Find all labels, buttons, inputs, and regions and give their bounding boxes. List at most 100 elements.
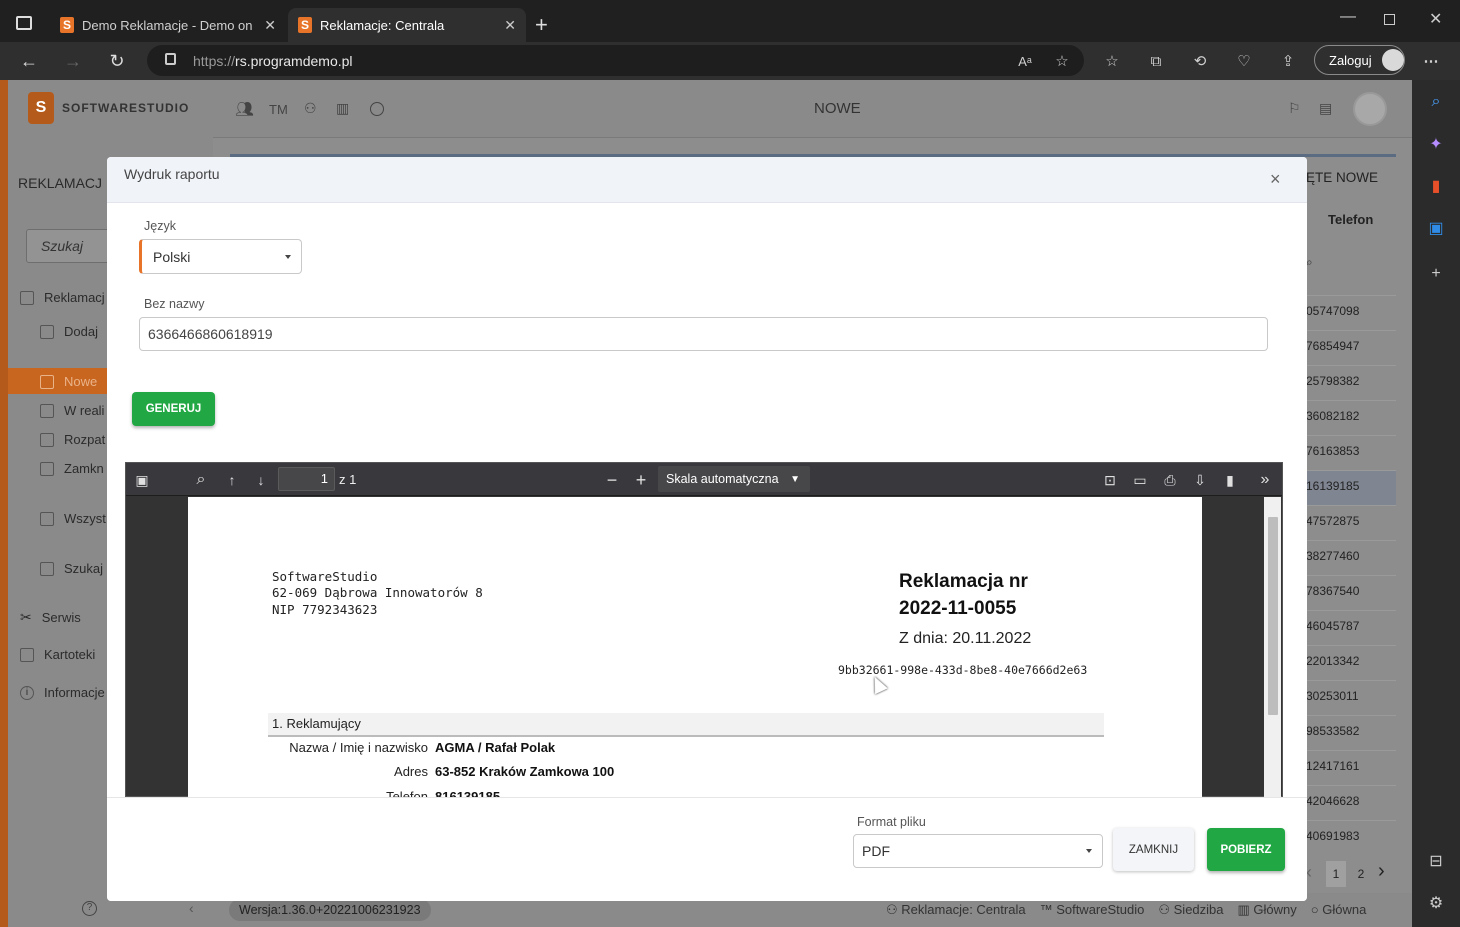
add-favorite-icon[interactable]: ☆	[1051, 50, 1073, 72]
field-label-address: Adres	[394, 764, 428, 779]
share-icon[interactable]: ⇪	[1277, 50, 1299, 72]
url-field[interactable]: https://rs.programdemo.pl	[147, 45, 1084, 76]
column-filter-search-icon[interactable]: ⌕	[1306, 255, 1313, 270]
building-icon[interactable]: ▥	[336, 100, 349, 117]
search-icon[interactable]: ⌕	[191, 470, 211, 490]
users-icon[interactable]: 👥︎	[235, 100, 254, 118]
id-card-icon[interactable]: ▤	[1319, 100, 1332, 117]
download-icon[interactable]: ⇩	[1190, 470, 1210, 490]
search-icon[interactable]: ⌕	[1424, 90, 1448, 114]
softwarestudio-favicon-icon: S	[60, 17, 74, 33]
maximize-icon[interactable]	[1384, 14, 1395, 25]
office-icon[interactable]: ▮	[1424, 174, 1448, 198]
sidebar-item-kartoteki[interactable]: Kartoteki	[20, 647, 95, 662]
language-label: Język	[144, 219, 176, 233]
page-number-input[interactable]: 1	[278, 467, 335, 491]
copilot-icon[interactable]: ✦	[1424, 132, 1448, 156]
generate-button[interactable]: GENERUJ	[132, 392, 215, 426]
url-prefix: https://	[193, 52, 236, 69]
pagination-next-icon[interactable]: ›	[1378, 860, 1385, 883]
tools-menu-icon[interactable]: »	[1255, 470, 1275, 490]
close-window-icon[interactable]: ✕	[1429, 9, 1442, 29]
back-icon[interactable]: ←	[17, 50, 41, 72]
minimize-icon[interactable]: —	[1340, 8, 1356, 26]
zoom-in-icon[interactable]: +	[631, 470, 651, 490]
info-icon: i	[20, 685, 34, 700]
new-tab-icon[interactable]: +	[535, 12, 548, 38]
browser-tab-demo[interactable]: S Demo Reklamacje - Demo on lin ✕	[50, 8, 286, 42]
field-label-name: Nazwa / Imię i nazwisko	[289, 740, 428, 755]
pagination-page-1[interactable]: 1	[1326, 861, 1346, 887]
previous-page-icon[interactable]: ↑	[222, 470, 242, 490]
document-icon	[40, 403, 54, 418]
column-header-telefon[interactable]: Telefon	[1328, 212, 1373, 227]
pdf-scrollbar[interactable]	[1264, 497, 1281, 797]
status-items: ⚇ Reklamacje: Centrala ™ SoftwareStudio …	[886, 902, 1366, 918]
print-report-modal: Wydruk raportu × Język Polski Bez nazwy …	[107, 157, 1307, 901]
pagination-page-2[interactable]: 2	[1351, 861, 1371, 887]
download-button[interactable]: POBIERZ	[1207, 828, 1285, 871]
print-icon[interactable]: ⎙	[1160, 470, 1180, 490]
hide-sidebar-icon[interactable]: ⊟	[1424, 849, 1448, 873]
sidebar-item-serwis[interactable]: ✂ Serwis	[20, 609, 81, 626]
close-icon[interactable]: ×	[1270, 169, 1281, 190]
tm-label[interactable]: TM	[269, 102, 288, 117]
lock-icon[interactable]	[165, 53, 176, 65]
language-value: Polski	[153, 248, 191, 265]
flag-icon[interactable]: ⚐	[1288, 100, 1301, 117]
history-icon[interactable]: ⟲	[1189, 50, 1211, 72]
sidebar-item-reklamacje[interactable]: Reklamacj	[20, 290, 105, 305]
name-field[interactable]: 6366466860618919	[139, 317, 1268, 351]
close-tab-icon[interactable]: ✕	[504, 17, 516, 34]
document-icon	[20, 290, 34, 305]
name-label: Bez nazwy	[144, 297, 205, 311]
language-select[interactable]: Polski	[139, 239, 302, 274]
sidebar-item-zamkniete[interactable]: Zamkn	[40, 461, 104, 476]
modal-title: Wydruk raportu	[124, 166, 220, 182]
zoom-select[interactable]: Skala automatyczna ▼	[658, 466, 810, 492]
sidebar-item-wszystkie[interactable]: Wszyst	[40, 511, 106, 526]
close-tab-icon[interactable]: ✕	[264, 17, 276, 34]
login-button[interactable]: Zaloguj	[1314, 45, 1405, 75]
presentation-mode-icon[interactable]: ⊡	[1100, 470, 1120, 490]
sidebar-item-szukaj[interactable]: Szukaj	[40, 561, 103, 576]
browser-essentials-icon[interactable]: ♡	[1233, 50, 1255, 72]
org-icon[interactable]: ⚇	[304, 100, 317, 117]
read-aloud-icon[interactable]: Aᵃ	[1014, 50, 1036, 72]
sidebar-item-dodaj[interactable]: Dodaj	[40, 324, 98, 339]
collections-icon[interactable]: ⧉	[1145, 50, 1167, 72]
settings-icon[interactable]: ⚙	[1424, 891, 1448, 915]
add-sidebar-icon[interactable]: +	[1424, 262, 1448, 286]
forward-icon[interactable]: →	[61, 50, 85, 72]
close-button[interactable]: ZAMKNIJ	[1113, 828, 1194, 871]
collapse-sidebar-icon[interactable]: ‹	[189, 900, 194, 916]
document-icon	[40, 324, 54, 339]
favorites-icon[interactable]: ☆	[1101, 50, 1123, 72]
browser-tab-centrala[interactable]: S Reklamacje: Centrala ✕	[288, 8, 526, 42]
tab-actions-icon[interactable]	[16, 16, 32, 30]
more-menu-icon[interactable]: ⋯	[1420, 50, 1442, 72]
format-select[interactable]: PDF	[853, 834, 1103, 868]
sidebar-item-w-realizacji[interactable]: W reali	[40, 403, 104, 418]
tab-label-zajete-nowe[interactable]: ĘTE NOWE	[1306, 170, 1378, 185]
scrollbar-thumb[interactable]	[1268, 517, 1278, 715]
sidebar-item-nowe[interactable]: Nowe	[40, 374, 97, 389]
circle-icon[interactable]	[370, 102, 384, 116]
sidebar-accent	[0, 80, 8, 927]
sidebar-toggle-icon[interactable]: ▣	[132, 470, 152, 490]
report-heading-line2: 2022-11-0055	[899, 598, 1017, 619]
sidebar-item-rozpatrzone[interactable]: Rozpat	[40, 432, 105, 447]
version-badge: Wersja:1.36.0+20221006231923	[229, 899, 431, 921]
open-file-icon[interactable]: ▭	[1130, 470, 1150, 490]
reload-icon[interactable]: ↻	[105, 50, 129, 72]
sidebar-search-input[interactable]: Szukaj	[26, 229, 116, 263]
help-icon[interactable]: ?	[82, 901, 97, 916]
next-page-icon[interactable]: ↓	[251, 470, 271, 490]
zoom-out-icon[interactable]: −	[602, 470, 622, 490]
bookmark-icon[interactable]: ▮	[1220, 470, 1240, 490]
user-avatar[interactable]	[1353, 92, 1387, 126]
outlook-icon[interactable]: ▣	[1424, 216, 1448, 240]
page-count: z 1	[339, 472, 357, 487]
company-address: 62-069 Dąbrowa Innowatorów 8	[272, 585, 483, 600]
sidebar-item-informacje[interactable]: i Informacje	[20, 685, 105, 700]
